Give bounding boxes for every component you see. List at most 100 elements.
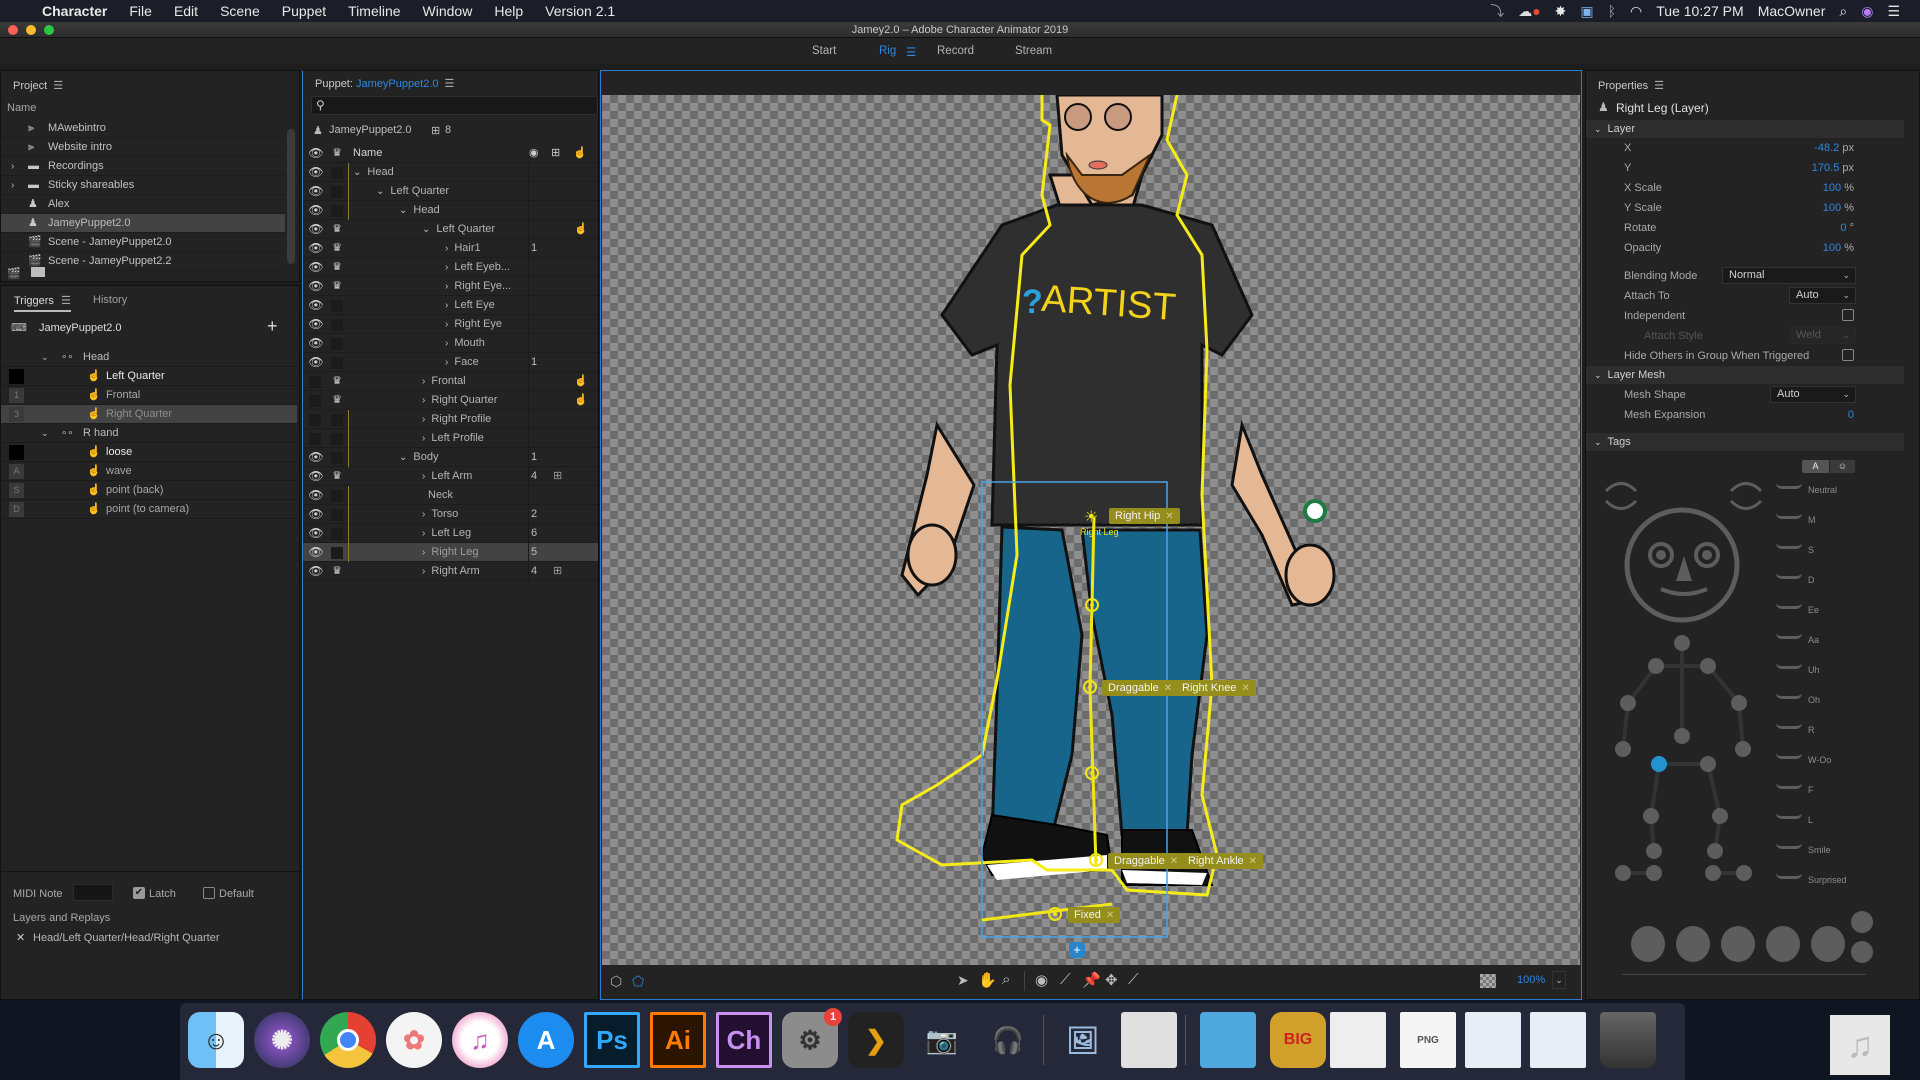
body-joint-tag[interactable] — [1707, 843, 1723, 859]
section-layer-mesh[interactable]: ⌄ Layer Mesh — [1586, 366, 1904, 384]
mouth-tag-label[interactable]: Oh — [1808, 695, 1820, 705]
mouth-shape-icon[interactable] — [1776, 543, 1802, 549]
chevron-down-icon[interactable]: ⌄ — [422, 224, 430, 235]
layer-row[interactable]: 👁 ⌄ Head — [303, 201, 598, 220]
tab-triggers[interactable]: Triggers ☰ — [14, 294, 71, 312]
crown-icon[interactable]: ♛ — [329, 372, 345, 391]
siri-icon[interactable]: ◉ — [1861, 3, 1873, 20]
dock-audacity-icon[interactable]: 🎧 — [980, 1012, 1036, 1068]
column-name[interactable]: Name — [353, 144, 382, 163]
mesh-view-icon[interactable]: ⬡ — [610, 973, 622, 990]
crown-icon[interactable]: ♛ — [329, 277, 345, 296]
property-value[interactable]: 0 ° — [1840, 222, 1854, 234]
dock-finder-icon[interactable]: ☺ — [188, 1012, 244, 1068]
layer-row[interactable]: 👁 ⌄ Left Quarter — [303, 182, 598, 201]
mouth-tag-label[interactable]: R — [1808, 725, 1815, 735]
chevron-down-icon[interactable]: ⌄ — [376, 186, 384, 197]
dock-character-animator-icon[interactable]: Ch — [716, 1012, 772, 1068]
trigger-hand-icon[interactable]: ☝ — [574, 372, 588, 391]
chevron-right-icon[interactable]: › — [422, 528, 425, 539]
project-scrollbar[interactable] — [287, 129, 295, 264]
independence-toggle[interactable] — [331, 547, 343, 559]
tag-draggable-ankle[interactable]: Draggable ✕ — [1108, 853, 1185, 869]
chevron-right-icon[interactable]: › — [11, 157, 14, 176]
handle-draggable-upper[interactable] — [1085, 598, 1099, 612]
body-joint-tag[interactable] — [1674, 635, 1690, 651]
mouth-shape-icon[interactable] — [1776, 633, 1802, 639]
tag-right-ankle[interactable]: Right Ankle ✕ — [1182, 853, 1264, 869]
mouth-shape-icon[interactable] — [1776, 783, 1802, 789]
mouth-shape-icon[interactable] — [1776, 663, 1802, 669]
body-joint-tag[interactable] — [1700, 756, 1716, 772]
desktop-music-file-icon[interactable]: ♫ — [1830, 1015, 1890, 1075]
dock-document-icon[interactable] — [1330, 1012, 1386, 1068]
independence-column-icon[interactable]: ♛ — [329, 144, 345, 163]
menu-help[interactable]: Help — [494, 3, 523, 19]
section-tags[interactable]: ⌄ Tags — [1586, 433, 1904, 451]
hide-others-checkbox[interactable] — [1842, 349, 1854, 361]
dock-libreoffice-icon[interactable] — [1121, 1012, 1177, 1068]
crown-icon[interactable]: ♛ — [329, 562, 345, 581]
independence-toggle[interactable] — [331, 167, 343, 179]
dock-photos-icon[interactable]: ✿ — [386, 1012, 442, 1068]
independence-toggle[interactable] — [331, 490, 343, 502]
panel-menu-icon[interactable]: ☰ — [1654, 80, 1664, 92]
handle-tool-icon[interactable]: ⟋ — [1060, 971, 1071, 988]
project-item[interactable]: ⫸ MAwebintro — [1, 119, 285, 138]
dock-audacity-doc-icon[interactable] — [1465, 1012, 1521, 1068]
menu-window[interactable]: Window — [423, 3, 473, 19]
layer-row[interactable]: 👁 › Mouth — [303, 334, 598, 353]
trigger-key[interactable] — [9, 445, 24, 460]
tab-rig[interactable]: Rig — [879, 45, 896, 57]
chevron-right-icon[interactable]: › — [445, 338, 448, 349]
body-joint-tag[interactable] — [1736, 865, 1752, 881]
body-joint-tag[interactable] — [1646, 843, 1662, 859]
trigger-key[interactable]: S — [9, 483, 24, 498]
chevron-down-icon[interactable]: ⌄ — [353, 167, 361, 178]
rig-menu-icon[interactable]: ☰ — [906, 45, 916, 59]
independence-toggle[interactable] — [331, 433, 343, 445]
chevron-right-icon[interactable]: › — [445, 357, 448, 368]
puppet-root-name[interactable]: JameyPuppet2.0 — [329, 124, 412, 136]
layer-search-input[interactable]: ⚲ — [311, 96, 598, 115]
property-value[interactable]: 100 % — [1823, 242, 1854, 254]
right-hip-origin-icon[interactable]: ☀ — [1084, 507, 1098, 527]
mouth-shape-icon[interactable] — [1776, 873, 1802, 879]
chevron-right-icon[interactable]: › — [422, 509, 425, 520]
mesh-shape-dropdown[interactable]: Auto ⌄ — [1770, 386, 1856, 403]
tab-history[interactable]: History — [93, 294, 127, 306]
mouth-shape-icon[interactable] — [1776, 693, 1802, 699]
eye-icon[interactable]: 👁 — [308, 201, 324, 220]
eye-icon[interactable]: 👁 — [308, 486, 324, 505]
property-value[interactable]: 100 % — [1823, 182, 1854, 194]
project-item[interactable]: › ▬ Sticky shareables — [1, 176, 285, 195]
layer-row[interactable]: 👁 Neck — [303, 486, 598, 505]
tag-draggable[interactable]: Draggable ✕ — [1102, 680, 1179, 696]
independence-toggle[interactable] — [331, 205, 343, 217]
dock-downloads-folder-icon[interactable] — [1200, 1012, 1256, 1068]
blending-mode-dropdown[interactable]: Normal ⌄ — [1722, 267, 1856, 284]
dock-png-file-icon[interactable]: PNG — [1400, 1012, 1456, 1068]
trigger-key[interactable]: A — [9, 464, 24, 479]
body-tag-figure[interactable] — [1591, 471, 1801, 911]
independence-toggle[interactable] — [331, 357, 343, 369]
origin-tool-icon[interactable]: ◉ — [1035, 971, 1048, 989]
chevron-right-icon[interactable]: › — [422, 395, 425, 406]
layer-row[interactable]: 👁 › Left Leg 6 — [303, 524, 598, 543]
body-joint-tag[interactable] — [1731, 695, 1747, 711]
mouth-tag-label[interactable]: Uh — [1808, 665, 1820, 675]
trigger-item[interactable]: A ☝ wave — [1, 462, 297, 481]
chevron-right-icon[interactable]: › — [422, 433, 425, 444]
layer-row[interactable]: 👁 › Right Eye — [303, 315, 598, 334]
dock-siri-icon[interactable]: ✺ — [254, 1012, 310, 1068]
dock-preview-icon[interactable]: 🖼 — [1055, 1012, 1111, 1068]
property-value[interactable]: 170.5 px — [1812, 162, 1854, 174]
layer-row[interactable]: 👁 ♛ › Left Arm 4 ⊞ — [303, 467, 598, 486]
rig-canvas[interactable]: ARTIST ? ☀ Right Leg Right Hip ✕ Draggabl… — [602, 95, 1580, 965]
outline-view-icon[interactable]: ⬠ — [632, 973, 644, 990]
eye-icon[interactable]: 👁 — [308, 562, 324, 581]
crown-icon[interactable]: ♛ — [329, 220, 345, 239]
chevron-down-icon[interactable]: ⌄ — [399, 205, 407, 216]
dock-image-capture-icon[interactable]: 📷 — [914, 1012, 970, 1068]
head-view-tag-icon[interactable] — [1851, 911, 1873, 933]
